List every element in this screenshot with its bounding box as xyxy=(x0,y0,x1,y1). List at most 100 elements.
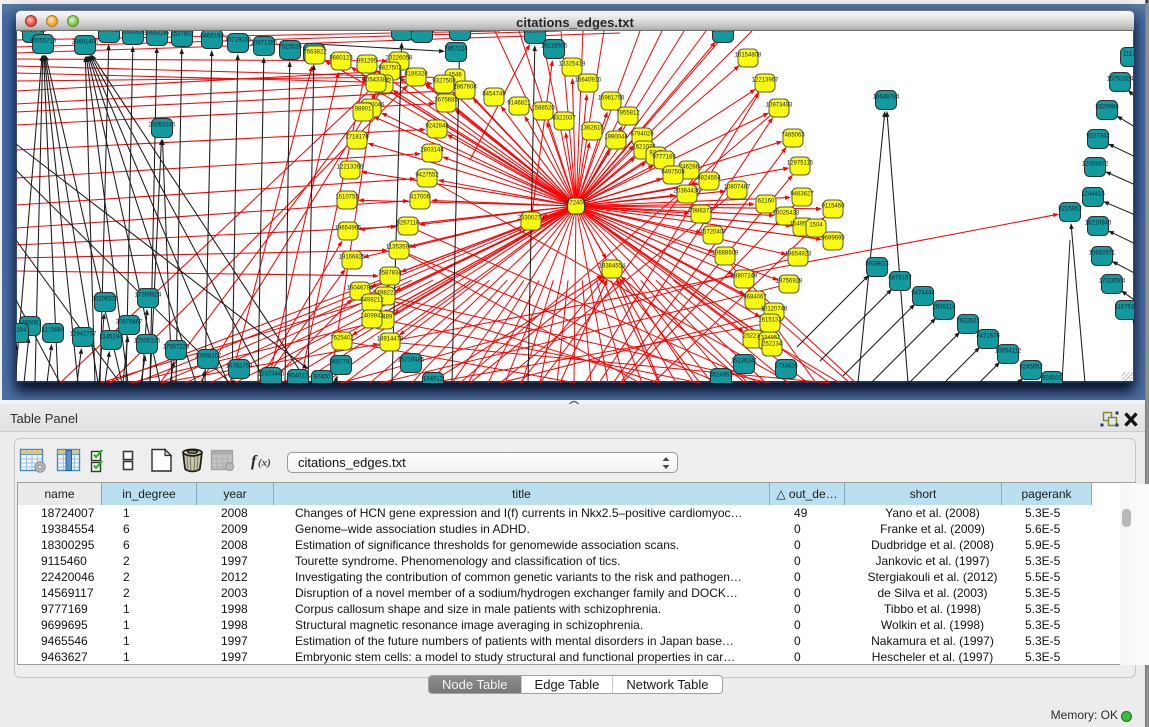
svg-text:11174: 11174 xyxy=(1123,52,1134,58)
svg-text:9115460: 9115460 xyxy=(822,204,846,210)
svg-text:891295: 891295 xyxy=(357,59,378,65)
svg-text:18724007: 18724007 xyxy=(563,201,590,207)
svg-text:18807249: 18807249 xyxy=(731,274,758,280)
svg-text:6497508: 6497508 xyxy=(661,170,685,176)
svg-text:1167533: 1167533 xyxy=(1115,305,1134,311)
svg-text:17957225: 17957225 xyxy=(163,345,190,351)
svg-text:19654923: 19654923 xyxy=(785,252,812,258)
svg-text:98901: 98901 xyxy=(355,107,372,113)
svg-text:9427552: 9427552 xyxy=(415,173,439,179)
svg-text:1115684: 1115684 xyxy=(42,328,65,334)
svg-text:12975115: 12975115 xyxy=(787,161,814,167)
svg-text:16782759: 16782759 xyxy=(226,364,253,370)
svg-text:17016504: 17016504 xyxy=(1099,279,1126,285)
svg-text:20206535: 20206535 xyxy=(92,297,119,303)
svg-text:7986372: 7986372 xyxy=(689,209,713,215)
svg-text:2803144: 2803144 xyxy=(420,148,444,154)
svg-text:7485063: 7485063 xyxy=(781,133,805,139)
svg-text:1610755: 1610755 xyxy=(335,195,359,201)
svg-text:1145194: 1145194 xyxy=(100,335,124,341)
svg-text:12942757: 12942757 xyxy=(70,332,97,338)
svg-text:1409943: 1409943 xyxy=(360,314,384,320)
svg-text:9146821: 9146821 xyxy=(507,101,531,107)
svg-text:12213369: 12213369 xyxy=(337,165,364,171)
svg-text:7857224: 7857224 xyxy=(444,47,468,53)
svg-text:9227342: 9227342 xyxy=(1086,134,1110,140)
svg-text:10025433: 10025433 xyxy=(773,211,800,217)
svg-text:23226058: 23226058 xyxy=(386,56,413,62)
svg-text:8660123: 8660123 xyxy=(329,56,353,62)
svg-text:8322037: 8322037 xyxy=(552,116,576,122)
svg-text:9827503: 9827503 xyxy=(378,66,402,72)
svg-text:15716485: 15716485 xyxy=(398,358,425,364)
svg-text:2935114: 2935114 xyxy=(933,305,957,311)
svg-text:9245652: 9245652 xyxy=(1019,365,1043,371)
svg-text:1065328: 1065328 xyxy=(121,31,145,36)
svg-text:12923446: 12923446 xyxy=(258,372,285,378)
svg-text:16154808: 16154808 xyxy=(735,53,762,59)
svg-text:19654965: 19654965 xyxy=(335,226,362,232)
svg-text:12093872: 12093872 xyxy=(1082,162,1109,168)
svg-text:10958107: 10958107 xyxy=(195,354,222,360)
svg-text:10807487: 10807487 xyxy=(724,185,751,191)
svg-text:9329966: 9329966 xyxy=(1095,105,1119,111)
svg-text:39154: 39154 xyxy=(16,328,27,334)
svg-text:16961758: 16961758 xyxy=(598,96,625,102)
svg-text:7632621: 7632621 xyxy=(956,319,980,325)
svg-text:5524961: 5524961 xyxy=(709,373,733,379)
svg-text:7955812: 7955812 xyxy=(616,111,640,117)
svg-text:8186328: 8186328 xyxy=(404,72,428,78)
svg-text:97450: 97450 xyxy=(314,375,331,381)
svg-text:1504: 1504 xyxy=(809,223,823,229)
svg-text:16210643: 16210643 xyxy=(1085,221,1112,227)
svg-text:1244415: 1244415 xyxy=(1081,192,1105,198)
svg-text:11353594: 11353594 xyxy=(386,245,413,251)
svg-text:15136141: 15136141 xyxy=(731,359,758,365)
svg-text:8938923: 8938923 xyxy=(865,262,889,268)
svg-text:6466160: 6466160 xyxy=(200,34,224,40)
svg-text:20055712: 20055712 xyxy=(20,31,47,34)
svg-text:8471676: 8471676 xyxy=(976,334,1000,340)
svg-text:15720407: 15720407 xyxy=(700,230,727,236)
svg-text:13325419: 13325419 xyxy=(559,62,586,68)
svg-text:8215953: 8215953 xyxy=(1058,207,1082,213)
svg-text:15692971: 15692971 xyxy=(1089,251,1116,257)
svg-text:19384554: 19384554 xyxy=(599,264,626,270)
svg-text:6879197: 6879197 xyxy=(888,276,912,282)
svg-text:5498212: 5498212 xyxy=(360,298,384,304)
svg-text:252234: 252234 xyxy=(762,342,783,348)
svg-text:10653287: 10653287 xyxy=(144,31,171,37)
svg-text:(x): (x) xyxy=(258,457,271,469)
svg-text:16046786: 16046786 xyxy=(347,286,374,292)
svg-text:9242848: 9242848 xyxy=(425,124,449,130)
svg-text:3824554: 3824554 xyxy=(697,176,721,182)
svg-text:23300273: 23300273 xyxy=(518,216,545,222)
svg-text:16648784: 16648784 xyxy=(873,95,900,101)
svg-text:8813054: 8813054 xyxy=(523,31,547,35)
svg-text:3675685: 3675685 xyxy=(434,98,458,104)
svg-text:1362615: 1362615 xyxy=(580,126,604,132)
svg-text:2087682: 2087682 xyxy=(711,31,735,34)
svg-text:19218506: 19218506 xyxy=(541,44,568,50)
svg-text:10719155: 10719155 xyxy=(225,38,252,44)
svg-text:15751024: 15751024 xyxy=(1107,77,1134,83)
svg-text:1065321: 1065321 xyxy=(97,31,121,34)
svg-text:924501: 924501 xyxy=(1042,376,1063,382)
svg-text:417006: 417006 xyxy=(410,195,431,201)
svg-text:9777169: 9777169 xyxy=(652,155,676,161)
svg-text:954012: 954012 xyxy=(288,374,309,380)
svg-text:2867608: 2867608 xyxy=(453,85,477,91)
svg-text:1615132: 1615132 xyxy=(758,318,782,324)
svg-text:10120746: 10120746 xyxy=(761,307,788,313)
svg-text:19756928: 19756928 xyxy=(776,279,803,285)
svg-text:1527602: 1527602 xyxy=(170,32,194,38)
svg-text:7515526: 7515526 xyxy=(278,45,302,51)
svg-text:19166825: 19166825 xyxy=(339,255,366,261)
svg-text:3587834: 3587834 xyxy=(378,271,402,277)
svg-text:62160: 62160 xyxy=(758,199,775,205)
svg-text:12213967: 12213967 xyxy=(752,78,779,84)
svg-text:10688609: 10688609 xyxy=(712,251,739,257)
svg-text:154012: 154012 xyxy=(423,377,444,383)
svg-text:3267110: 3267110 xyxy=(397,221,421,227)
svg-text:20055713: 20055713 xyxy=(30,39,57,45)
